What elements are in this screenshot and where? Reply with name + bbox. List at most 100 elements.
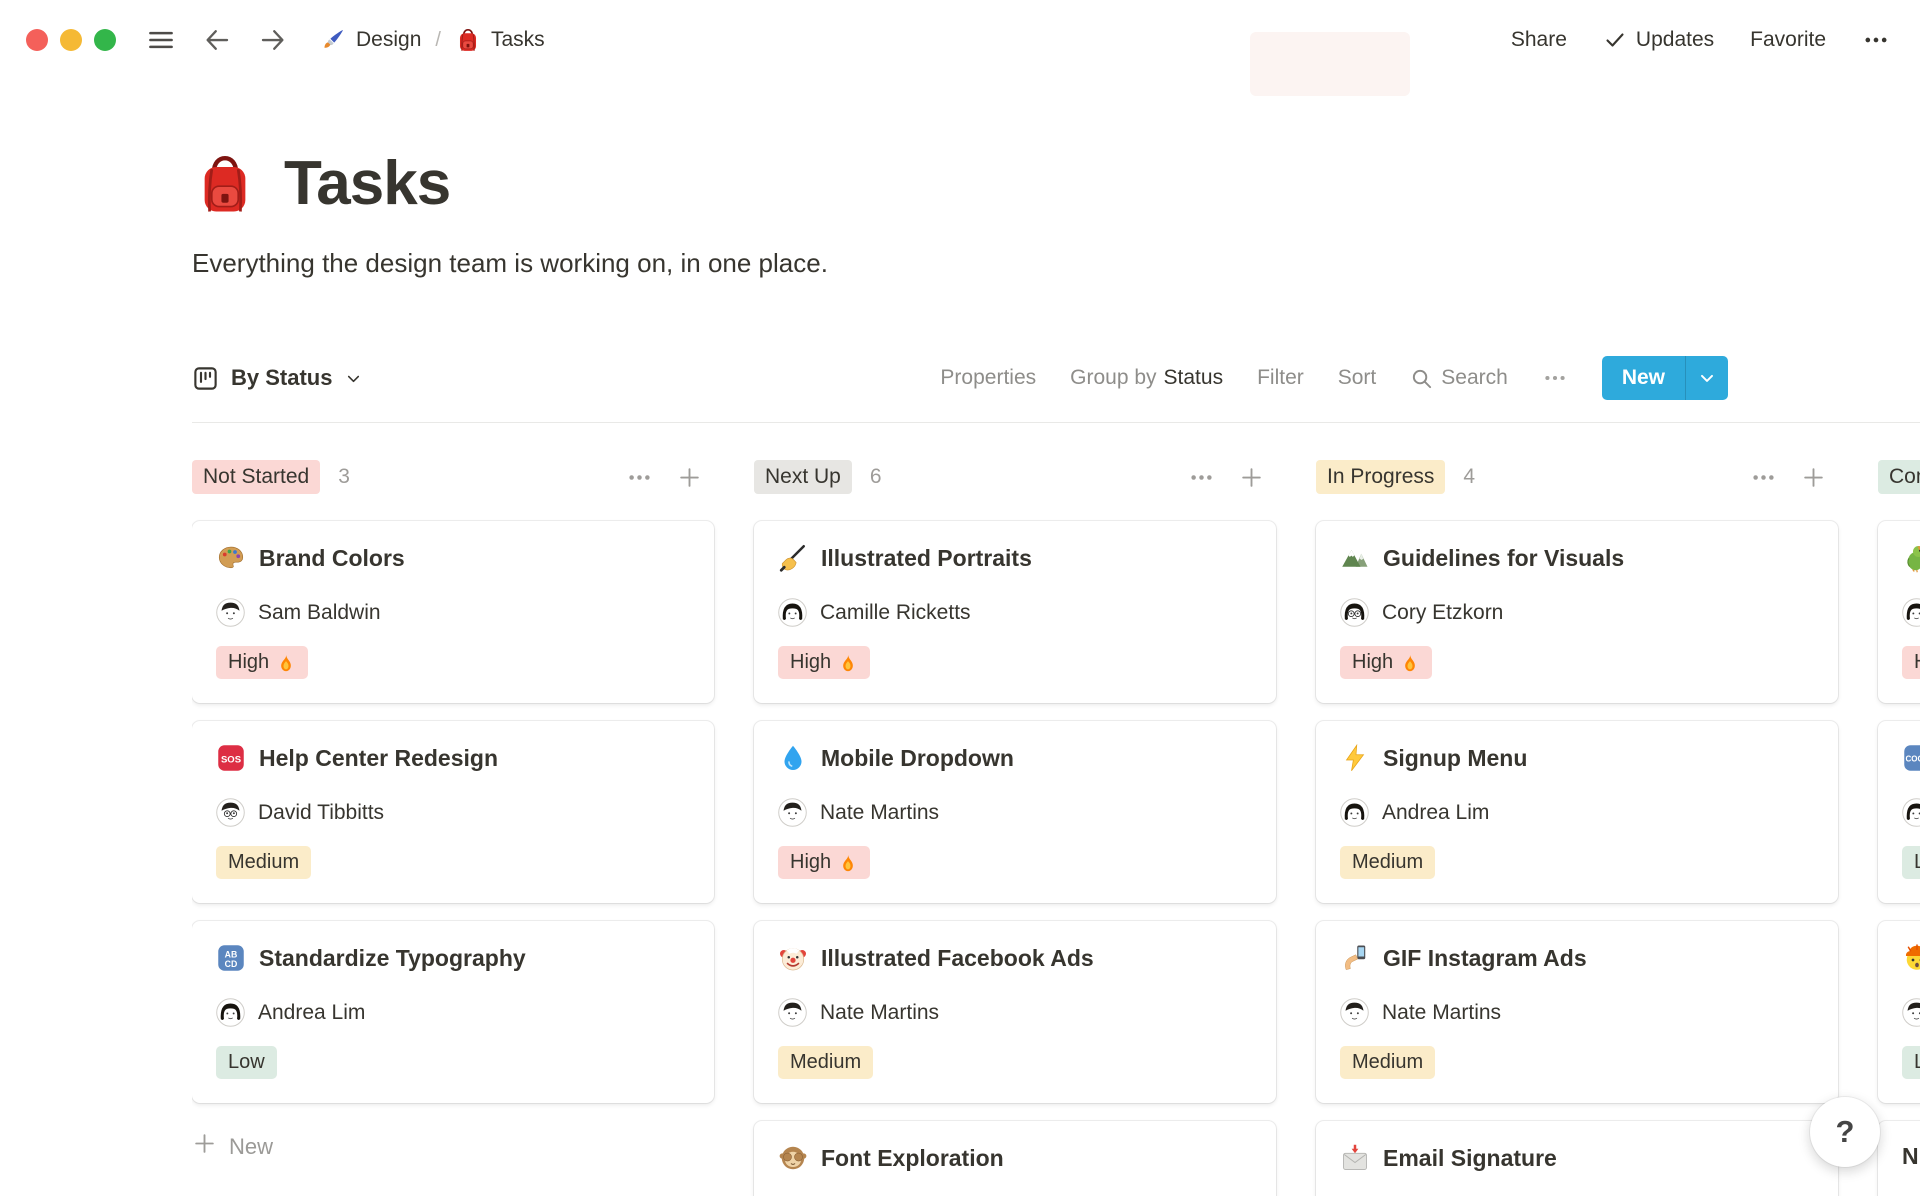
priority-label: High (1352, 651, 1394, 673)
filter-button[interactable]: Filter (1257, 366, 1304, 390)
task-card[interactable]: Illustrated Portraits Camille Ricketts Hig… (754, 521, 1276, 703)
column-options-icon[interactable] (1750, 464, 1777, 491)
properties-button[interactable]: Properties (940, 366, 1036, 390)
card-title: N (1902, 1143, 1919, 1169)
task-card[interactable]: UCHigh (1878, 521, 1920, 703)
avatar (216, 798, 245, 827)
minimize-window-button[interactable] (60, 29, 82, 51)
task-card[interactable]: GIF Instagram Ads Nate Martins Medium (1316, 921, 1838, 1103)
new-button-chevron[interactable] (1686, 356, 1728, 400)
column-count: 3 (338, 465, 350, 488)
add-new-card-button[interactable]: New (192, 1131, 714, 1162)
column-add-card-icon[interactable] (1801, 465, 1826, 490)
view-switcher[interactable]: By Status (192, 365, 363, 392)
task-card[interactable]: Signup Menu Andrea Lim Medium (1316, 721, 1838, 903)
task-card[interactable]: AB CD Standardize Typography Andrea Lim Low (192, 921, 714, 1103)
faint-highlight-region (1250, 32, 1410, 96)
page-title[interactable]: Tasks (284, 148, 451, 220)
column-count: 4 (1463, 465, 1476, 488)
card-assignee: Sam Baldwin (216, 598, 690, 627)
priority-badge: Low (216, 1046, 277, 1079)
status-badge[interactable]: Not Started (192, 460, 321, 494)
card-assignee: N (1902, 998, 1920, 1027)
card-assignee: Nate Martins (1340, 998, 1814, 1027)
breadcrumb-item-design[interactable]: Design (320, 27, 421, 53)
mountain-emoji-icon (1340, 543, 1370, 573)
search-button[interactable]: Search (1410, 366, 1508, 390)
card-title: Font Exploration (821, 1144, 1004, 1171)
avatar (778, 798, 807, 827)
column-options-icon[interactable] (1188, 464, 1215, 491)
priority-label: Low (228, 1051, 265, 1073)
board-view-icon (192, 365, 219, 392)
card-assignee: Nate Martins (778, 798, 1252, 827)
back-arrow-icon (202, 25, 232, 55)
favorite-button[interactable]: Favorite (1750, 28, 1826, 52)
assignee-name: Nate Martins (1382, 1000, 1502, 1024)
breadcrumb-item-tasks[interactable]: Tasks (455, 27, 545, 53)
task-card[interactable]: Guidelines for Visuals Cory Etzkorn High (1316, 521, 1838, 703)
group-by-button[interactable]: Group by Status (1070, 366, 1223, 390)
status-badge[interactable]: Completed (1878, 460, 1920, 494)
page-description[interactable]: Everything the design team is working on… (192, 246, 1728, 280)
lightning-emoji-icon (1340, 743, 1370, 773)
assignee-name: Sam Baldwin (258, 600, 381, 624)
card-title: Signup Menu (1383, 744, 1528, 771)
column-cards: UCHighCOOLEALowHNLowN (1878, 521, 1920, 1196)
priority-label: High (790, 651, 832, 673)
priority-badge: Medium (216, 846, 312, 879)
task-card[interactable]: N (1878, 1121, 1920, 1196)
column-cards: Brand Colors Sam Baldwin High SOS Help Cente… (192, 521, 714, 1103)
view-name: By Status (231, 365, 333, 390)
breadcrumb: Design / Tasks (320, 27, 545, 53)
sos-emoji-icon: SOS (216, 743, 246, 773)
help-button[interactable]: ? (1810, 1097, 1880, 1167)
new-button[interactable]: New (1601, 356, 1728, 400)
column-options-icon[interactable] (626, 464, 653, 491)
task-card[interactable]: SOS Help Center Redesign David Tibbitts Med… (192, 721, 714, 903)
more-options-button[interactable] (1862, 26, 1890, 54)
priority-badge: High (778, 846, 871, 879)
updates-button[interactable]: Updates (1603, 28, 1714, 52)
flame-emoji-icon (838, 653, 858, 673)
status-badge[interactable]: Next Up (754, 460, 852, 494)
avatar (778, 998, 807, 1027)
task-card[interactable]: COOLEALow (1878, 721, 1920, 903)
backpack-emoji-icon (455, 27, 481, 53)
notion-window: Design / Tasks Share Updates Favorite Ta… (0, 0, 1920, 1200)
task-card[interactable]: Mobile Dropdown Nate Martins High (754, 721, 1276, 903)
priority-badge: Medium (1340, 846, 1436, 879)
page-icon-backpack-emoji[interactable] (192, 151, 258, 217)
sidebar-menu-button[interactable] (146, 25, 176, 55)
priority-label: Low (1914, 851, 1920, 873)
close-window-button[interactable] (26, 29, 48, 51)
group-by-label: Group by (1070, 366, 1157, 389)
droplet-emoji-icon (778, 743, 808, 773)
task-card[interactable]: Illustrated Facebook Ads Nate Martins Medi… (754, 921, 1276, 1103)
envelope-arrow-emoji-icon (1340, 1143, 1370, 1173)
task-card[interactable]: Brand Colors Sam Baldwin High (192, 521, 714, 703)
card-assignee: Camille Ricketts (778, 598, 1252, 627)
check-icon (1603, 28, 1627, 52)
forward-button[interactable] (258, 25, 288, 55)
card-assignee: Andrea Lim (216, 998, 690, 1027)
assignee-name: Nate Martins (820, 800, 940, 824)
toolbar-ellipsis-button[interactable] (1542, 365, 1568, 391)
task-card[interactable]: HNLow (1878, 921, 1920, 1103)
column-add-card-icon[interactable] (1239, 465, 1264, 490)
priority-label: Medium (228, 851, 300, 873)
task-card[interactable]: Email Signature (1316, 1121, 1838, 1196)
column-add-card-icon[interactable] (677, 465, 702, 490)
plus-icon (192, 1131, 217, 1162)
back-button[interactable] (202, 25, 232, 55)
status-badge[interactable]: In Progress (1316, 460, 1446, 494)
share-button[interactable]: Share (1511, 28, 1567, 52)
priority-label: High (790, 851, 832, 873)
parrot-emoji-icon (1902, 543, 1920, 573)
column-header: Not Started 3 (192, 459, 714, 495)
sort-button[interactable]: Sort (1338, 366, 1377, 390)
task-card[interactable]: Font Exploration (754, 1121, 1276, 1196)
avatar (778, 598, 807, 627)
card-title: Standardize Typography (259, 944, 526, 971)
zoom-window-button[interactable] (94, 29, 116, 51)
